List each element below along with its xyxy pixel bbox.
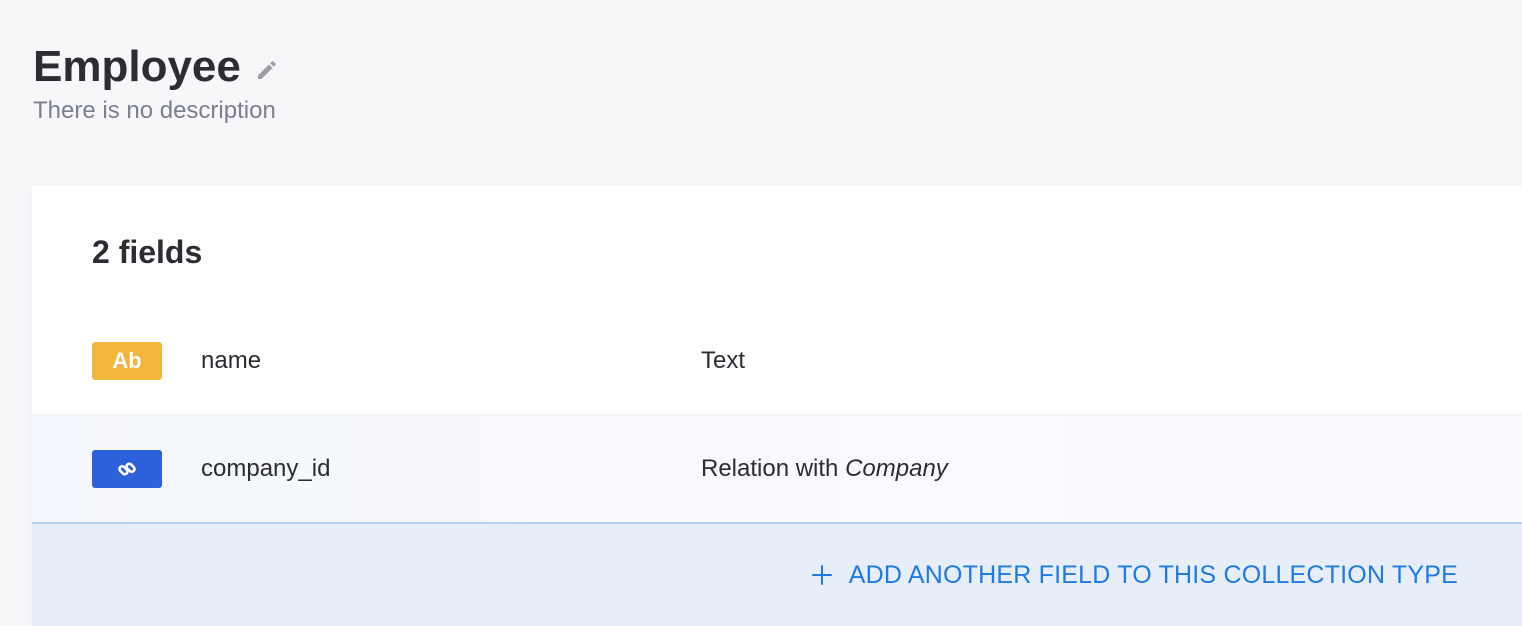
relation-label: Relation with [701,455,839,482]
field-name: company_id [201,455,331,482]
page-title: Employee [33,42,241,91]
field-row[interactable]: Ab name Text [32,308,1522,416]
text-type-icon: Ab [92,342,162,380]
page-description: There is no description [33,97,276,124]
card-footer: ADD ANOTHER FIELD TO THIS COLLECTION TYP… [32,524,1522,626]
add-field-button[interactable]: ADD ANOTHER FIELD TO THIS COLLECTION TYP… [811,561,1458,590]
title-row: Employee [33,40,279,94]
pencil-icon[interactable] [255,58,279,82]
field-type: Relation with Company [701,455,948,483]
plus-icon [811,564,833,586]
relation-target: Company [845,455,948,482]
field-row[interactable]: company_id Relation with Company [32,416,1522,524]
fields-count: 2 fields [92,234,203,270]
field-name: name [201,347,262,374]
fields-card: 2 fields Ab name Text company_id Relatio… [32,186,1522,626]
link-icon [92,450,162,488]
page-header: Employee There is no description [33,40,279,126]
field-type: Text [701,347,746,374]
add-field-label: ADD ANOTHER FIELD TO THIS COLLECTION TYP… [848,560,1458,589]
